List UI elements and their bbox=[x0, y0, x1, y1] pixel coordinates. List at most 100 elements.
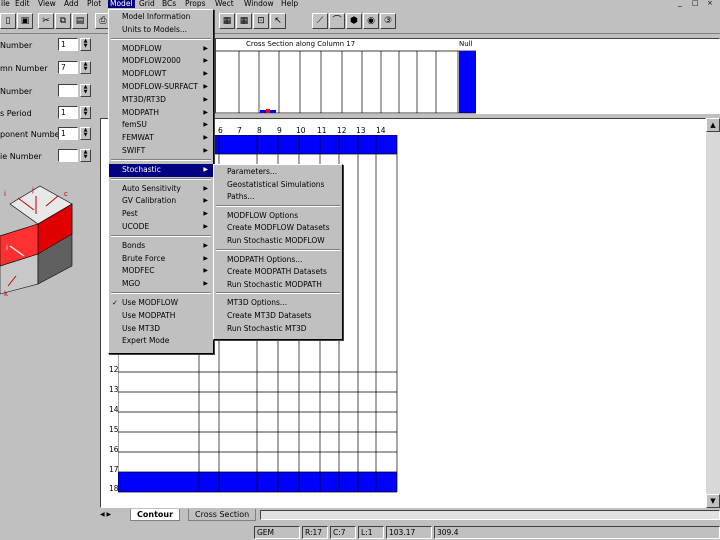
menu-plot[interactable]: Plot bbox=[87, 0, 101, 8]
model-menu-item-modflowt[interactable]: MODFLOWT ▶ bbox=[109, 68, 213, 81]
stochastic-menu-item-modpath-options[interactable]: MODPATH Options... bbox=[214, 254, 342, 267]
cut-icon[interactable]: ✂ bbox=[38, 13, 54, 29]
model-menu-item-modfec[interactable]: MODFEC ▶ bbox=[109, 265, 213, 278]
close-button[interactable]: × bbox=[707, 0, 713, 7]
model-menu-item-femwat[interactable]: FEMWAT ▶ bbox=[109, 132, 213, 145]
model-menu-item-swift[interactable]: SWIFT ▶ bbox=[109, 145, 213, 158]
row-number-field[interactable] bbox=[58, 84, 78, 97]
line-tool-icon[interactable]: ⟋ bbox=[312, 13, 328, 29]
stress-period-label: s Period bbox=[0, 109, 32, 118]
row-header: 16 bbox=[109, 445, 119, 454]
submenu-arrow-icon: ▶ bbox=[203, 223, 208, 230]
stochastic-menu-item-run-stochastic-mt3d[interactable]: Run Stochastic MT3D bbox=[214, 323, 342, 336]
cube-label-j: j bbox=[31, 186, 34, 194]
stochastic-menu-item-paths[interactable]: Paths... bbox=[214, 191, 342, 204]
scroll-up-icon[interactable]: ▲ bbox=[706, 118, 720, 132]
stochastic-menu-item-create-mt3d-datasets[interactable]: Create MT3D Datasets bbox=[214, 310, 342, 323]
lock-icon[interactable]: ⊡ bbox=[253, 13, 269, 29]
restore-button[interactable]: □ bbox=[692, 0, 699, 7]
menu-wect[interactable]: Wect bbox=[215, 0, 234, 8]
color-grid-icon[interactable]: ▦ bbox=[219, 13, 235, 29]
menu-edit[interactable]: Edit bbox=[15, 0, 30, 8]
model-menu-item-modflow2000[interactable]: MODFLOW2000 ▶ bbox=[109, 55, 213, 68]
stochastic-menu-item-run-stochastic-modflow[interactable]: Run Stochastic MODFLOW bbox=[214, 235, 342, 248]
polygon-tool-icon[interactable]: ⬢ bbox=[346, 13, 362, 29]
model-menu-item-modflow[interactable]: MODFLOW ▶ bbox=[109, 43, 213, 56]
model-menu-item-expert-mode[interactable]: Expert Mode bbox=[109, 335, 213, 348]
model-menu-item-mgo[interactable]: MGO ▶ bbox=[109, 278, 213, 291]
model-menu-item-use-modpath[interactable]: Use MODPATH bbox=[109, 310, 213, 323]
stress-period-spinner[interactable]: ▲ ▼ bbox=[80, 106, 91, 119]
model-menu-item-stochastic[interactable]: Stochastic ▶ bbox=[109, 163, 213, 177]
tab-contour[interactable]: Contour bbox=[130, 509, 181, 521]
number-tool-icon[interactable]: ③ bbox=[380, 13, 396, 29]
stochastic-menu-item-create-modpath-datasets[interactable]: Create MODPATH Datasets bbox=[214, 266, 342, 279]
component-number-spinner[interactable]: ▲ ▼ bbox=[80, 127, 91, 140]
model-menu-item-modflow-surfact[interactable]: MODFLOW-SURFACT ▶ bbox=[109, 81, 213, 94]
menu-item-label: MODFLOW2000 bbox=[122, 56, 181, 66]
submenu-arrow-icon: ▶ bbox=[203, 184, 208, 192]
tab-cross-section[interactable]: Cross Section bbox=[188, 509, 257, 521]
model-menu-item-units-to-models[interactable]: Units to Models... bbox=[109, 24, 213, 37]
menu-help[interactable]: Help bbox=[281, 0, 298, 8]
menu-window[interactable]: Window bbox=[244, 0, 274, 8]
copy-icon[interactable]: ⧉ bbox=[55, 13, 71, 29]
vertical-scrollbar[interactable]: ▲ ▼ bbox=[706, 118, 720, 508]
layer-number-spinner[interactable]: ▲ ▼ bbox=[80, 38, 91, 51]
model-menu-item-model-information[interactable]: Model Information bbox=[109, 11, 213, 24]
stochastic-menu-item-parameters[interactable]: Parameters... bbox=[214, 166, 342, 179]
minimize-button[interactable]: _ bbox=[678, 0, 682, 7]
stochastic-menu-item-modflow-options[interactable]: MODFLOW Options bbox=[214, 210, 342, 223]
well-tool-icon[interactable]: ◉ bbox=[363, 13, 379, 29]
tab-scroll-arrows[interactable]: ◀ ▶ bbox=[100, 509, 128, 521]
stochastic-menu-item-create-modflow-datasets[interactable]: Create MODFLOW Datasets bbox=[214, 222, 342, 235]
row-number-spinner[interactable]: ▲ ▼ bbox=[80, 84, 91, 97]
menu-item-label: femSU bbox=[122, 120, 147, 130]
model-menu-item-use-mt3d[interactable]: Use MT3D bbox=[109, 323, 213, 336]
model-menu-item-bonds[interactable]: Bonds ▶ bbox=[109, 240, 213, 253]
layer-icon[interactable]: ▦ bbox=[236, 13, 252, 29]
stochastic-menu-item-run-stochastic-modpath[interactable]: Run Stochastic MODPATH bbox=[214, 279, 342, 292]
time-number-spinner[interactable]: ▲ ▼ bbox=[80, 149, 91, 162]
horizontal-scrollbar[interactable] bbox=[260, 510, 720, 520]
model-menu-item-modpath[interactable]: MODPATH ▶ bbox=[109, 107, 213, 120]
row-header: 12 bbox=[109, 365, 119, 374]
menu-grid[interactable]: Grid bbox=[139, 0, 155, 8]
paste-icon[interactable]: ▤ bbox=[72, 13, 88, 29]
stress-period-field[interactable]: 1 bbox=[58, 106, 78, 119]
col-header: 9 bbox=[277, 126, 282, 135]
submenu-arrow-icon: ▶ bbox=[203, 70, 208, 78]
menu-view[interactable]: View bbox=[38, 0, 56, 8]
new-icon[interactable]: ▯ bbox=[0, 13, 16, 29]
polyline-tool-icon[interactable]: ⌒ bbox=[329, 13, 345, 29]
model-menu-item-use-modflow[interactable]: ✓ Use MODFLOW bbox=[109, 297, 213, 310]
model-menu-item-mt3d-rt3d[interactable]: MT3D/RT3D ▶ bbox=[109, 94, 213, 107]
submenu-arrow-icon: ▶ bbox=[203, 197, 208, 205]
stochastic-menu-item-mt3d-options[interactable]: MT3D Options... bbox=[214, 297, 342, 310]
column-number-field[interactable]: 7 bbox=[58, 61, 78, 74]
model-menu-item-auto-sensitivity[interactable]: Auto Sensitivity ▶ bbox=[109, 183, 213, 196]
model-menu-item-brute-force[interactable]: Brute Force ▶ bbox=[109, 253, 213, 266]
model-menu-item-femsu[interactable]: femSU ▶ bbox=[109, 119, 213, 132]
cube-navigator-icon[interactable]: i c j i k bbox=[0, 176, 100, 316]
menu-model[interactable]: Model bbox=[108, 0, 135, 8]
menu-bcs[interactable]: BCs bbox=[162, 0, 176, 8]
model-menu-item-ucode[interactable]: UCODE ▶ bbox=[109, 221, 213, 234]
time-number-field[interactable] bbox=[58, 149, 78, 162]
pointer-tool-icon[interactable]: ↖ bbox=[270, 13, 286, 29]
menu-add[interactable]: Add bbox=[64, 0, 79, 8]
menu-props[interactable]: Props bbox=[185, 0, 206, 8]
cross-section-view[interactable]: Cross Section along Column 17 Null bbox=[215, 38, 720, 114]
stochastic-menu-item-geostatistical-simulations[interactable]: Geostatistical Simulations bbox=[214, 179, 342, 192]
menu-item-label: MODPATH bbox=[122, 107, 159, 117]
menu-file[interactable]: ile bbox=[1, 0, 10, 8]
component-number-field[interactable]: 1 bbox=[58, 127, 78, 140]
model-menu-item-gv-calibration[interactable]: GV Calibration ▶ bbox=[109, 195, 213, 208]
column-number-spinner[interactable]: ▲ ▼ bbox=[80, 61, 91, 74]
menu-item-label: Use MODFLOW bbox=[122, 298, 179, 307]
layer-number-field[interactable]: 1 bbox=[58, 38, 78, 51]
save-icon[interactable]: ▣ bbox=[17, 13, 33, 29]
scroll-down-icon[interactable]: ▼ bbox=[706, 494, 720, 508]
model-menu-item-pest[interactable]: Pest ▶ bbox=[109, 208, 213, 221]
row-header: 13 bbox=[109, 385, 119, 394]
